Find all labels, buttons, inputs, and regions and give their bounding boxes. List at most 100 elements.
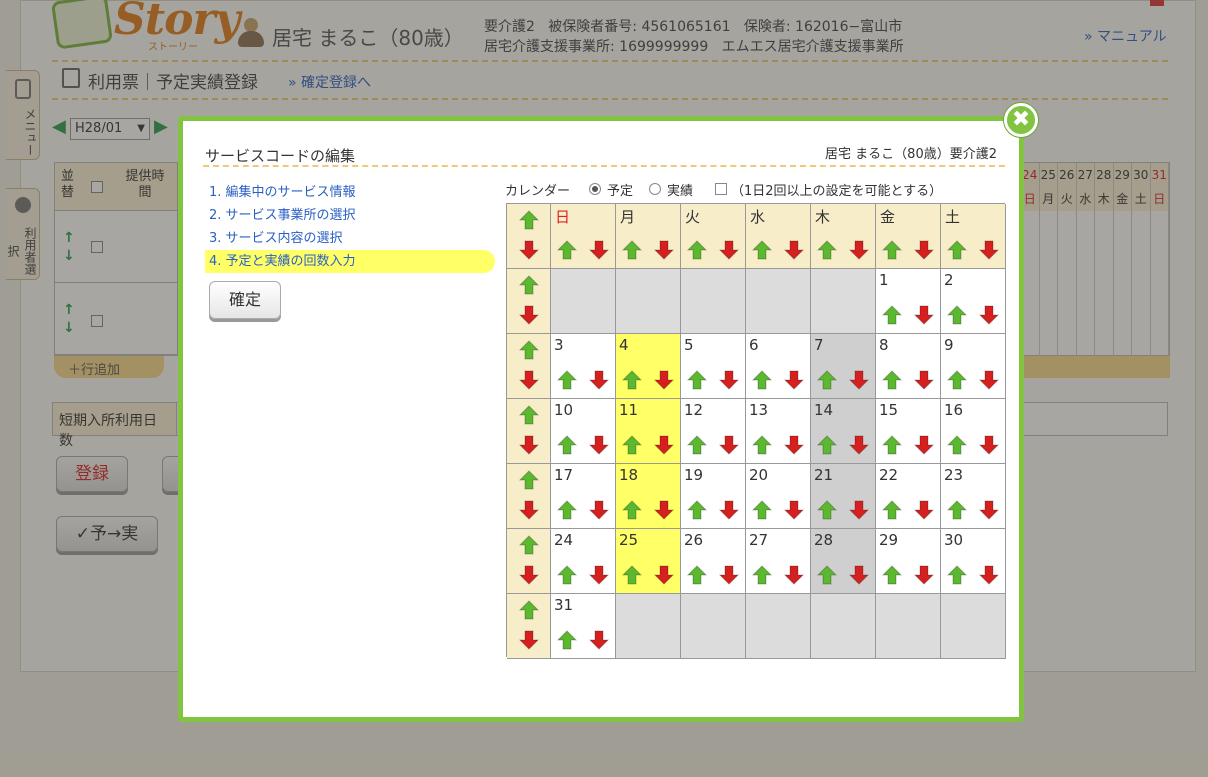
- down-arrow-icon[interactable]: [914, 305, 934, 325]
- down-arrow-icon[interactable]: [979, 500, 999, 520]
- up-arrow-icon[interactable]: [752, 435, 772, 455]
- confirm-button[interactable]: 確定: [209, 281, 281, 319]
- down-arrow-icon[interactable]: [914, 370, 934, 390]
- down-arrow-icon[interactable]: [784, 370, 804, 390]
- down-arrow-icon[interactable]: [654, 240, 674, 260]
- up-arrow-icon[interactable]: [519, 470, 539, 490]
- down-arrow-icon[interactable]: [519, 500, 539, 520]
- up-arrow-icon[interactable]: [882, 370, 902, 390]
- down-arrow-icon[interactable]: [849, 565, 869, 585]
- up-arrow-icon[interactable]: [947, 500, 967, 520]
- up-arrow-icon[interactable]: [882, 305, 902, 325]
- up-arrow-icon[interactable]: [687, 500, 707, 520]
- up-arrow-icon[interactable]: [882, 435, 902, 455]
- down-arrow-icon[interactable]: [719, 370, 739, 390]
- up-arrow-icon[interactable]: [947, 435, 967, 455]
- up-arrow-icon[interactable]: [519, 210, 539, 230]
- down-arrow-icon[interactable]: [849, 240, 869, 260]
- up-arrow-icon[interactable]: [557, 435, 577, 455]
- up-arrow-icon[interactable]: [687, 435, 707, 455]
- up-arrow-icon[interactable]: [947, 240, 967, 260]
- up-arrow-icon[interactable]: [752, 500, 772, 520]
- up-arrow-icon[interactable]: [947, 305, 967, 325]
- down-arrow-icon[interactable]: [519, 305, 539, 325]
- down-arrow-icon[interactable]: [589, 565, 609, 585]
- up-arrow-icon[interactable]: [622, 435, 642, 455]
- up-arrow-icon[interactable]: [687, 240, 707, 260]
- up-arrow-icon[interactable]: [519, 405, 539, 425]
- down-arrow-icon[interactable]: [979, 305, 999, 325]
- up-arrow-icon[interactable]: [817, 435, 837, 455]
- down-arrow-icon[interactable]: [849, 500, 869, 520]
- down-arrow-icon[interactable]: [979, 435, 999, 455]
- up-arrow-icon[interactable]: [817, 565, 837, 585]
- weekday-label: 日: [555, 208, 571, 226]
- up-arrow-icon[interactable]: [557, 370, 577, 390]
- down-arrow-icon[interactable]: [719, 240, 739, 260]
- up-arrow-icon[interactable]: [687, 565, 707, 585]
- up-arrow-icon[interactable]: [519, 275, 539, 295]
- up-arrow-icon[interactable]: [557, 500, 577, 520]
- down-arrow-icon[interactable]: [654, 500, 674, 520]
- step-4[interactable]: 4. 予定と実績の回数入力: [205, 250, 495, 273]
- up-arrow-icon[interactable]: [882, 500, 902, 520]
- down-arrow-icon[interactable]: [979, 565, 999, 585]
- down-arrow-icon[interactable]: [519, 435, 539, 455]
- down-arrow-icon[interactable]: [519, 240, 539, 260]
- down-arrow-icon[interactable]: [849, 435, 869, 455]
- up-arrow-icon[interactable]: [519, 340, 539, 360]
- down-arrow-icon[interactable]: [914, 565, 934, 585]
- up-arrow-icon[interactable]: [519, 600, 539, 620]
- down-arrow-icon[interactable]: [979, 240, 999, 260]
- down-arrow-icon[interactable]: [589, 240, 609, 260]
- actual-radio[interactable]: [649, 183, 661, 195]
- down-arrow-icon[interactable]: [784, 435, 804, 455]
- down-arrow-icon[interactable]: [784, 565, 804, 585]
- up-arrow-icon[interactable]: [817, 500, 837, 520]
- down-arrow-icon[interactable]: [654, 435, 674, 455]
- down-arrow-icon[interactable]: [519, 370, 539, 390]
- down-arrow-icon[interactable]: [849, 370, 869, 390]
- up-arrow-icon[interactable]: [752, 370, 772, 390]
- down-arrow-icon[interactable]: [719, 500, 739, 520]
- step-3[interactable]: 3. サービス内容の選択: [205, 227, 495, 250]
- down-arrow-icon[interactable]: [979, 370, 999, 390]
- up-arrow-icon[interactable]: [687, 370, 707, 390]
- down-arrow-icon[interactable]: [784, 240, 804, 260]
- up-arrow-icon[interactable]: [622, 370, 642, 390]
- down-arrow-icon[interactable]: [589, 370, 609, 390]
- down-arrow-icon[interactable]: [719, 435, 739, 455]
- down-arrow-icon[interactable]: [654, 565, 674, 585]
- up-arrow-icon[interactable]: [882, 240, 902, 260]
- multi-per-day-checkbox[interactable]: [715, 183, 727, 195]
- down-arrow-icon[interactable]: [519, 630, 539, 650]
- down-arrow-icon[interactable]: [519, 565, 539, 585]
- step-2[interactable]: 2. サービス事業所の選択: [205, 204, 495, 227]
- close-icon[interactable]: ✖: [1004, 103, 1038, 137]
- up-arrow-icon[interactable]: [817, 370, 837, 390]
- up-arrow-icon[interactable]: [947, 565, 967, 585]
- down-arrow-icon[interactable]: [719, 565, 739, 585]
- up-arrow-icon[interactable]: [882, 565, 902, 585]
- up-arrow-icon[interactable]: [947, 370, 967, 390]
- up-arrow-icon[interactable]: [622, 565, 642, 585]
- down-arrow-icon[interactable]: [914, 500, 934, 520]
- plan-radio[interactable]: [589, 183, 601, 195]
- step-1[interactable]: 1. 編集中のサービス情報: [205, 181, 495, 204]
- down-arrow-icon[interactable]: [589, 500, 609, 520]
- down-arrow-icon[interactable]: [784, 500, 804, 520]
- up-arrow-icon[interactable]: [519, 535, 539, 555]
- up-arrow-icon[interactable]: [622, 240, 642, 260]
- down-arrow-icon[interactable]: [589, 630, 609, 650]
- up-arrow-icon[interactable]: [752, 565, 772, 585]
- up-arrow-icon[interactable]: [622, 500, 642, 520]
- down-arrow-icon[interactable]: [589, 435, 609, 455]
- down-arrow-icon[interactable]: [914, 240, 934, 260]
- up-arrow-icon[interactable]: [557, 565, 577, 585]
- down-arrow-icon[interactable]: [914, 435, 934, 455]
- up-arrow-icon[interactable]: [557, 630, 577, 650]
- down-arrow-icon[interactable]: [654, 370, 674, 390]
- up-arrow-icon[interactable]: [557, 240, 577, 260]
- up-arrow-icon[interactable]: [752, 240, 772, 260]
- up-arrow-icon[interactable]: [817, 240, 837, 260]
